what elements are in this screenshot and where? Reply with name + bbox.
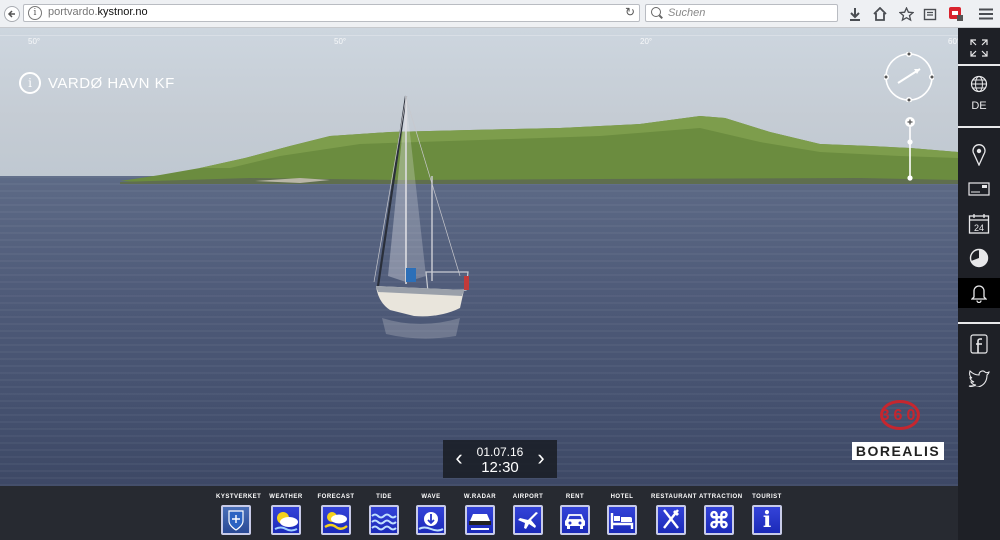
- info-icon: i: [752, 505, 782, 535]
- menu-item-rent[interactable]: RENT: [555, 486, 595, 535]
- location-label: i VARDØ HAVN KF: [19, 72, 175, 94]
- menu-item-kystverket[interactable]: KYSTVERKET: [216, 486, 261, 535]
- browser-toolbar: i portvardo.kystnor.no ↻ Suchen: [0, 0, 1000, 28]
- url-text: portvardo.kystnor.no: [48, 6, 148, 18]
- heading-degree-label: 60°: [948, 37, 958, 46]
- facebook-icon[interactable]: [958, 332, 1000, 356]
- globe-icon[interactable]: [958, 74, 1000, 94]
- bottom-menu-bar: KYSTVERKET WEATHER FORECAST TIDE WAVE W.…: [0, 486, 958, 540]
- forecast-icon: [321, 505, 351, 535]
- bookmark-star-icon[interactable]: [896, 4, 916, 24]
- zoom-slider[interactable]: [902, 116, 918, 182]
- heading-degree-label: 20°: [640, 37, 653, 46]
- bed-icon: [607, 505, 637, 535]
- svg-text:24: 24: [974, 223, 984, 233]
- search-placeholder: Suchen: [668, 7, 706, 19]
- fullscreen-icon[interactable]: [958, 36, 1000, 60]
- search-bar[interactable]: Suchen: [645, 4, 838, 22]
- menu-item-tide[interactable]: TIDE: [364, 486, 404, 535]
- site-info-icon[interactable]: i: [28, 6, 42, 20]
- back-arrow-icon[interactable]: [2, 4, 22, 24]
- sailboat: [373, 95, 469, 339]
- command-icon: ⌘: [704, 505, 734, 535]
- alert-bell-icon[interactable]: [958, 278, 1000, 308]
- next-arrow-icon[interactable]: ›: [534, 447, 548, 469]
- reload-icon[interactable]: ↻: [625, 5, 635, 19]
- menu-item-wave[interactable]: WAVE: [411, 486, 451, 535]
- weather-icon: [271, 505, 301, 535]
- cutlery-icon: [656, 505, 686, 535]
- borealis-logo[interactable]: 360 BOREALIS: [852, 400, 944, 464]
- panorama-viewport[interactable]: 50° 50° 20° 60° i VARDØ HAVN KF: [0, 28, 958, 486]
- address-bar[interactable]: i portvardo.kystnor.no ↻: [23, 4, 640, 22]
- menu-item-forecast[interactable]: FORECAST: [316, 486, 356, 535]
- tide-icon: [369, 505, 399, 535]
- car-icon: [560, 505, 590, 535]
- extension-badge-icon[interactable]: [946, 4, 966, 24]
- menu-hamburger-icon[interactable]: [976, 4, 996, 24]
- airplane-icon: [513, 505, 543, 535]
- logo-number: 360: [880, 407, 920, 424]
- date-time-navigator: ‹ 01.07.16 12:30 ›: [443, 440, 557, 478]
- reading-list-icon[interactable]: [920, 4, 940, 24]
- home-icon[interactable]: [870, 4, 890, 24]
- menu-item-weather[interactable]: WEATHER: [266, 486, 306, 535]
- crest-icon: [221, 505, 251, 535]
- wave-icon: [416, 505, 446, 535]
- timelapse-icon[interactable]: [958, 246, 1000, 270]
- menu-item-attraction[interactable]: ATTRACTION ⌘: [699, 486, 742, 535]
- compass-icon[interactable]: [884, 52, 934, 102]
- heading-degree-label: 50°: [334, 37, 347, 46]
- info-circle-icon[interactable]: i: [19, 72, 41, 94]
- right-sidebar: DE 24: [958, 28, 1000, 540]
- menu-item-wradar[interactable]: W.RADAR: [460, 486, 500, 535]
- menu-item-restaurant[interactable]: RESTAURANT: [651, 486, 696, 535]
- gallery-icon[interactable]: [958, 178, 1000, 200]
- logo-name: BOREALIS: [852, 442, 944, 460]
- heading-degree-label: 50°: [28, 37, 41, 46]
- map-pin-icon[interactable]: [958, 142, 1000, 168]
- search-icon: [651, 7, 661, 17]
- calendar-24-icon[interactable]: 24: [958, 212, 1000, 236]
- menu-item-airport[interactable]: AIRPORT: [508, 486, 548, 535]
- menu-item-tourist[interactable]: TOURIST i: [747, 486, 787, 535]
- location-name: VARDØ HAVN KF: [48, 74, 175, 92]
- radar-icon: [465, 505, 495, 535]
- menu-item-hotel[interactable]: HOTEL: [602, 486, 642, 535]
- language-selector[interactable]: DE: [958, 98, 1000, 114]
- download-icon[interactable]: [845, 4, 865, 24]
- twitter-icon[interactable]: [958, 366, 1000, 390]
